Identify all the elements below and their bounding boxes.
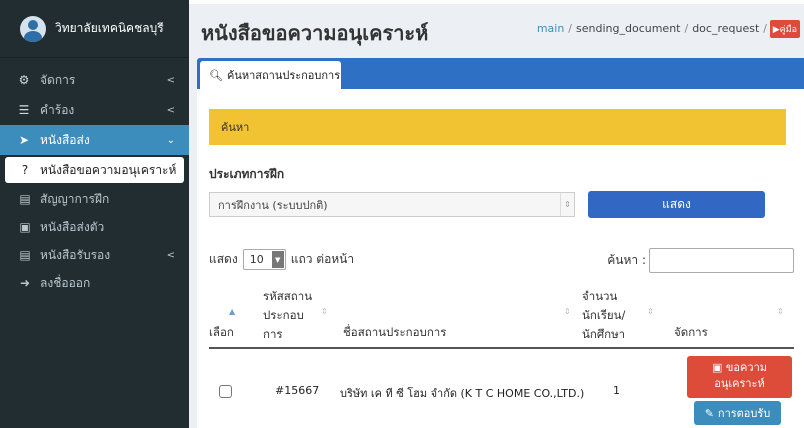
sidebar-item-sent-letters[interactable]: ➤ หนังสือส่ง ⌄ (0, 125, 189, 155)
sort-icon: ⇕ (777, 307, 784, 316)
page-length-control: แสดง 10 ▼ แถว ต่อหน้า (209, 249, 354, 270)
sidebar-brand[interactable]: วิทยาลัยเทคนิคชลบุรี (0, 0, 189, 58)
pdf-icon: ▣ (712, 361, 723, 374)
search-panel-heading: ค้นหา (209, 109, 786, 145)
main-content: หนังสือขอความอนุเคราะห์ main / sending_doc… (189, 0, 804, 428)
student-count: 1 (613, 384, 620, 397)
sidebar: วิทยาลัยเทคนิคชลบุรี ⚙ จัดการ < ☰ คำร้อง… (0, 0, 189, 428)
column-header-select[interactable]: เลือก (209, 323, 234, 342)
page-length-select[interactable]: 10 ▼ (242, 249, 286, 270)
sort-icon: ⇕ (321, 307, 328, 316)
filter-row: การฝึกงาน (ระบบปกติ) ⇕ แสดง (209, 191, 786, 218)
tab-search-company[interactable]: 🔍︎ ค้นหาสถานประกอบการ (200, 61, 341, 89)
column-header-name[interactable]: ชื่อสถานประกอบการ (343, 323, 446, 342)
sort-icon: ⇕ (564, 307, 571, 316)
select-arrow-icon: ⇕ (560, 193, 574, 216)
brand-name: วิทยาลัยเทคนิคชลบุรี (55, 21, 164, 35)
chevron-left-icon: < (166, 74, 175, 86)
request-button-line: อนุเคราะห์ (714, 377, 765, 390)
column-header-count-line: จำนวน (582, 289, 618, 303)
sidebar-subitem-doc-request[interactable]: ? หนังสือขอความอนุเคราะห์ (5, 157, 184, 183)
chevron-down-icon: ⌄ (166, 134, 175, 146)
company-name: บริษัท เค ที ซี โฮม จำกัด (K T C HOME CO… (340, 387, 585, 400)
chevron-left-icon: < (166, 249, 175, 261)
list-icon: ☰ (18, 103, 30, 117)
training-type-label: ประเภทการฝึก (209, 167, 285, 181)
chevron-down-icon: ▼ (271, 251, 284, 268)
sidebar-item-logout[interactable]: ➜ ลงชื่อออก (0, 269, 189, 297)
car-icon: ▣ (19, 220, 31, 234)
page-length-prefix: แสดง (209, 252, 238, 266)
cogs-icon: ⚙ (18, 73, 30, 87)
breadcrumb-separator: / (568, 22, 573, 35)
tab-label: ค้นหาสถานประกอบการ (226, 69, 341, 82)
sidebar-subitem-referral[interactable]: ▣ หนังสือส่งตัว (0, 213, 189, 241)
top-strip (189, 0, 804, 4)
column-header-code[interactable]: รหัสสถาน ประกอบ การ (263, 287, 312, 344)
training-type-value: การฝึกงาน (ระบบปกติ) (218, 198, 328, 212)
request-letter-button[interactable]: ▣ ขอความ อนุเคราะห์ (687, 356, 792, 398)
sidebar-subitem-label: หนังสือรับรอง (40, 247, 111, 262)
file-icon: ▤ (19, 248, 31, 262)
sort-asc-icon: ▲ (229, 307, 236, 316)
edit-icon: ✎ (704, 406, 714, 420)
search-icon: 🔍︎ (209, 68, 223, 82)
logout-label: ลงชื่อออก (40, 275, 91, 290)
column-header-code-line: การ (263, 327, 283, 341)
table-search-label: ค้นหา : (607, 253, 646, 267)
breadcrumb-separator: / (684, 22, 689, 35)
breadcrumb-separator: / (763, 22, 767, 35)
show-button[interactable]: แสดง (588, 191, 765, 218)
sort-icon: ⇕ (647, 307, 654, 316)
play-icon: ▶ (772, 25, 780, 35)
user-avatar-icon (20, 15, 46, 42)
search-panel: ค้นหา ประเภทการฝึก การฝึกงาน (ระบบปกติ) … (197, 89, 804, 219)
acceptance-button[interactable]: ✎ การตอบรับ (694, 401, 781, 425)
sidebar-subitem-certificate[interactable]: ▤ หนังสือรับรอง < (0, 241, 189, 269)
page-length-value: 10 (249, 253, 264, 266)
paper-plane-icon: ➤ (18, 133, 30, 147)
sidebar-subitem-label: หนังสือส่งตัว (40, 219, 105, 234)
sidebar-item-label: จัดการ (40, 72, 76, 87)
file-icon: ▤ (19, 192, 31, 206)
breadcrumb-item-doc-request: doc_request (692, 22, 760, 35)
row-select-checkbox[interactable] (219, 385, 232, 398)
sidebar-item-label: หนังสือส่ง (40, 132, 90, 147)
column-header-code-line: ประกอบ (263, 308, 304, 322)
table-header-divider (209, 347, 794, 349)
sidebar-subitem-contract[interactable]: ▤ สัญญาการฝึก (0, 185, 189, 213)
tab-bar: 🔍︎ ค้นหาสถานประกอบการ (197, 58, 804, 89)
company-code: #15667 (275, 384, 320, 397)
column-header-count[interactable]: จำนวน นักเรียน/ นักศึกษา (582, 287, 625, 344)
sidebar-subitem-label: หนังสือขอความอนุเคราะห์ (40, 162, 177, 177)
sidebar-item-manage[interactable]: ⚙ จัดการ < (0, 65, 189, 95)
column-header-count-line: นักเรียน/ (582, 308, 626, 322)
question-circle-icon: ? (21, 163, 29, 177)
page-title: หนังสือขอความอนุเคราะห์ (201, 21, 429, 45)
chevron-left-icon: < (166, 104, 175, 116)
sidebar-subitem-label: สัญญาการฝึก (40, 191, 110, 206)
sidebar-item-requests[interactable]: ☰ คำร้อง < (0, 95, 189, 125)
request-button-line: ขอความ (725, 361, 767, 374)
column-header-actions: จัดการ (674, 325, 708, 339)
table-search-input[interactable] (649, 248, 794, 273)
column-header-code-line: รหัสสถาน (263, 289, 313, 303)
breadcrumb: main / sending_document / doc_request / (537, 22, 771, 35)
breadcrumb-item-main[interactable]: main (537, 22, 564, 35)
results-table-area: แสดง 10 ▼ แถว ต่อหน้า ค้นหา : เลือก ▲ รห… (197, 219, 804, 428)
manual-button[interactable]: ▶คู่มือ (769, 20, 800, 38)
column-header-count-line: นักศึกษา (582, 327, 626, 341)
sidebar-item-label: คำร้อง (40, 102, 75, 117)
breadcrumb-item-sending-document[interactable]: sending_document (576, 22, 680, 35)
training-type-select[interactable]: การฝึกงาน (ระบบปกติ) ⇕ (209, 192, 575, 217)
page-length-suffix: แถว ต่อหน้า (290, 252, 355, 266)
sidebar-menu: ⚙ จัดการ < ☰ คำร้อง < ➤ หนังสือส่ง ⌄ ? ห… (0, 65, 189, 297)
acceptance-button-label: การตอบรับ (717, 407, 771, 420)
table-search-control: ค้นหา : (607, 248, 794, 273)
sign-out-icon: ➜ (19, 276, 31, 290)
manual-label: คู่มือ (779, 25, 797, 35)
